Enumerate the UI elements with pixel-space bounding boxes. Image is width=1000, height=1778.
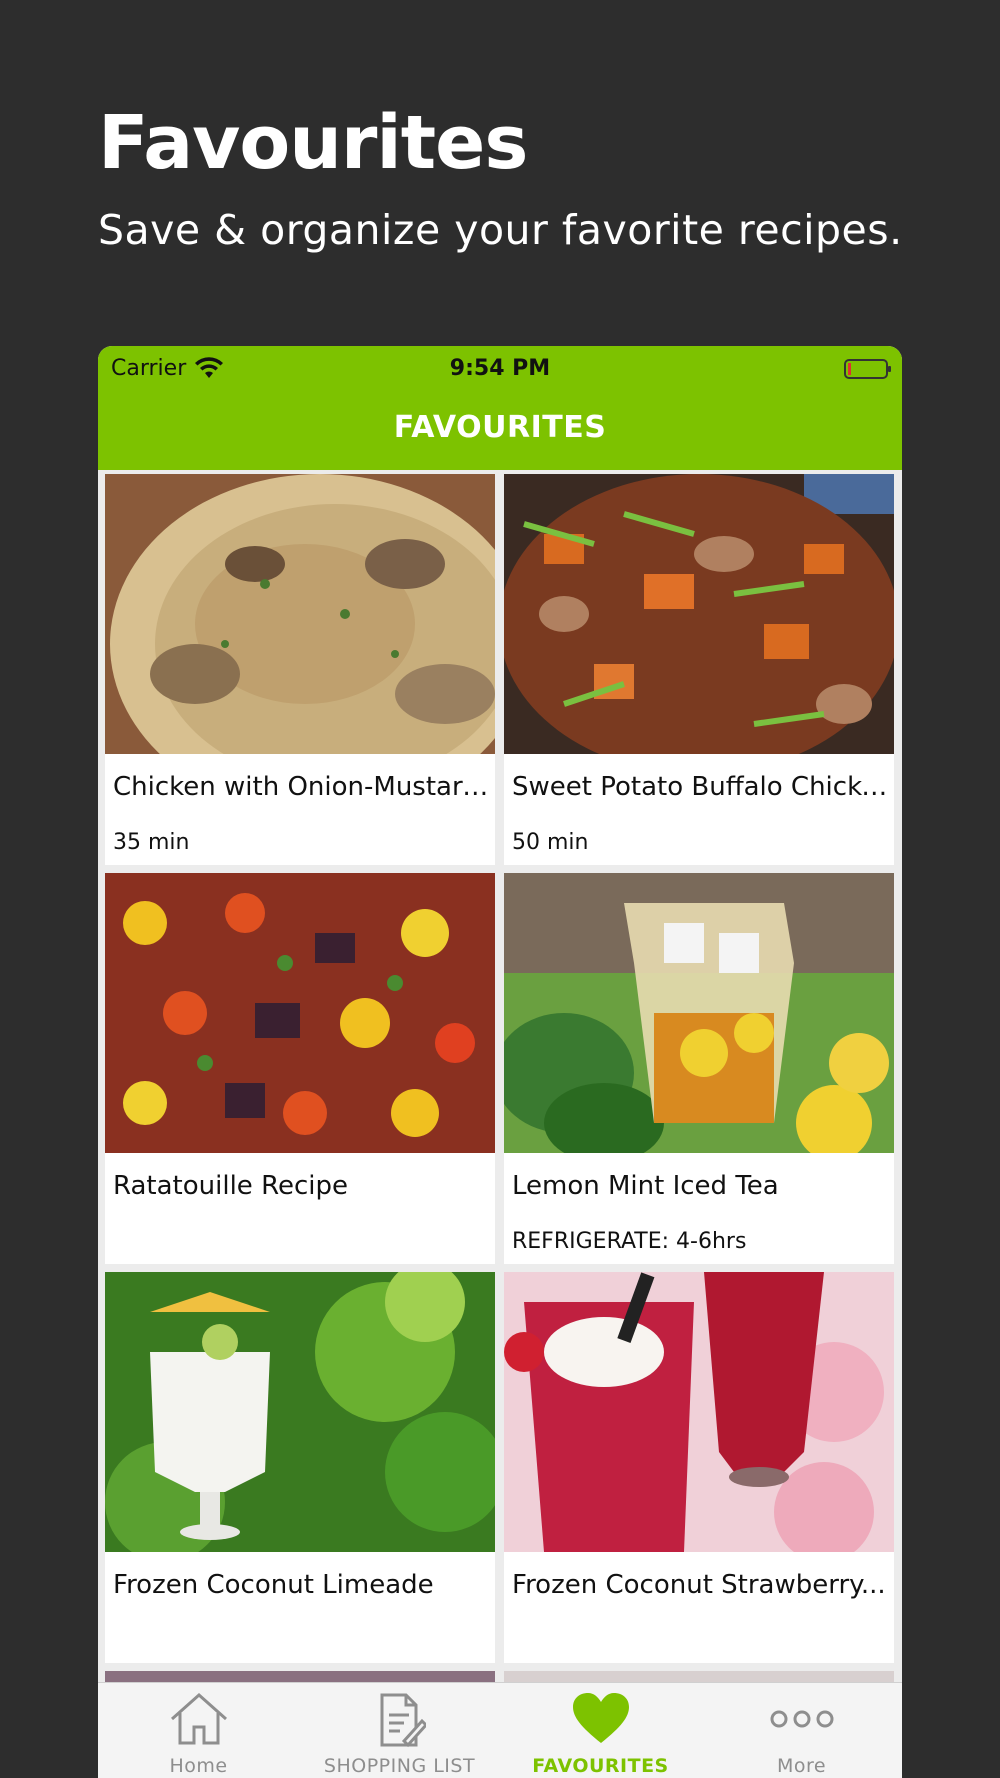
heart-icon [572, 1693, 629, 1743]
recipe-time: 50 min [512, 830, 589, 855]
recipe-card[interactable]: Chicken with Onion-Mustard... 35 min [105, 474, 495, 865]
header-title: FAVOURITES [393, 410, 607, 445]
recipe-image [105, 873, 495, 1153]
recipe-title: Chicken with Onion-Mustard... [113, 772, 489, 802]
recipe-title: Sweet Potato Buffalo Chicke... [512, 772, 888, 802]
recipe-image [504, 873, 894, 1153]
recipe-image [504, 474, 894, 754]
phone-screen: Carrier 9:54 PM FAVOURITES Chicken with … [98, 346, 902, 1778]
app-header: Carrier 9:54 PM FAVOURITES [98, 346, 902, 470]
tab-label: SHOPPING LIST [323, 1755, 476, 1777]
recipe-card[interactable]: Frozen Coconut Limeade [105, 1272, 495, 1663]
recipe-image [105, 474, 495, 754]
tab-home[interactable]: Home [98, 1683, 299, 1778]
tab-label: Home [169, 1755, 228, 1777]
recipe-title: Ratatouille Recipe [113, 1171, 348, 1201]
tab-shopping-list[interactable]: SHOPPING LIST [299, 1683, 500, 1778]
recipe-image [504, 1272, 894, 1552]
recipe-time: 35 min [113, 830, 190, 855]
recipe-image [105, 1272, 495, 1552]
tab-more[interactable]: More [701, 1683, 902, 1778]
list-icon [380, 1693, 426, 1748]
status-time: 9:54 PM [449, 356, 551, 381]
tab-favourites[interactable]: FAVOURITES [500, 1683, 701, 1778]
recipe-card[interactable]: Ratatouille Recipe [105, 873, 495, 1264]
recipe-card[interactable]: Sweet Potato Buffalo Chicke... 50 min [504, 474, 894, 865]
tab-label: More [776, 1755, 827, 1777]
recipe-card[interactable]: Lemon Mint Iced Tea REFRIGERATE: 4-6hrs [504, 873, 894, 1264]
tab-label: FAVOURITES [532, 1755, 669, 1777]
recipe-time: REFRIGERATE: 4-6hrs [512, 1229, 747, 1254]
tab-bar: Home SHOPPING LIST FAVOURITES More [98, 1682, 902, 1778]
recipe-title: Frozen Coconut Strawberry... [512, 1570, 886, 1600]
home-icon [170, 1692, 227, 1745]
recipe-card[interactable]: Frozen Coconut Strawberry... [504, 1272, 894, 1663]
battery-icon [844, 359, 891, 379]
promo-title: Favourites [98, 100, 528, 186]
recipe-title: Lemon Mint Iced Tea [512, 1171, 779, 1201]
promo-subtitle: Save & organize your favorite recipes. [98, 206, 903, 254]
more-icon [770, 1710, 833, 1728]
recipe-title: Frozen Coconut Limeade [113, 1570, 434, 1600]
